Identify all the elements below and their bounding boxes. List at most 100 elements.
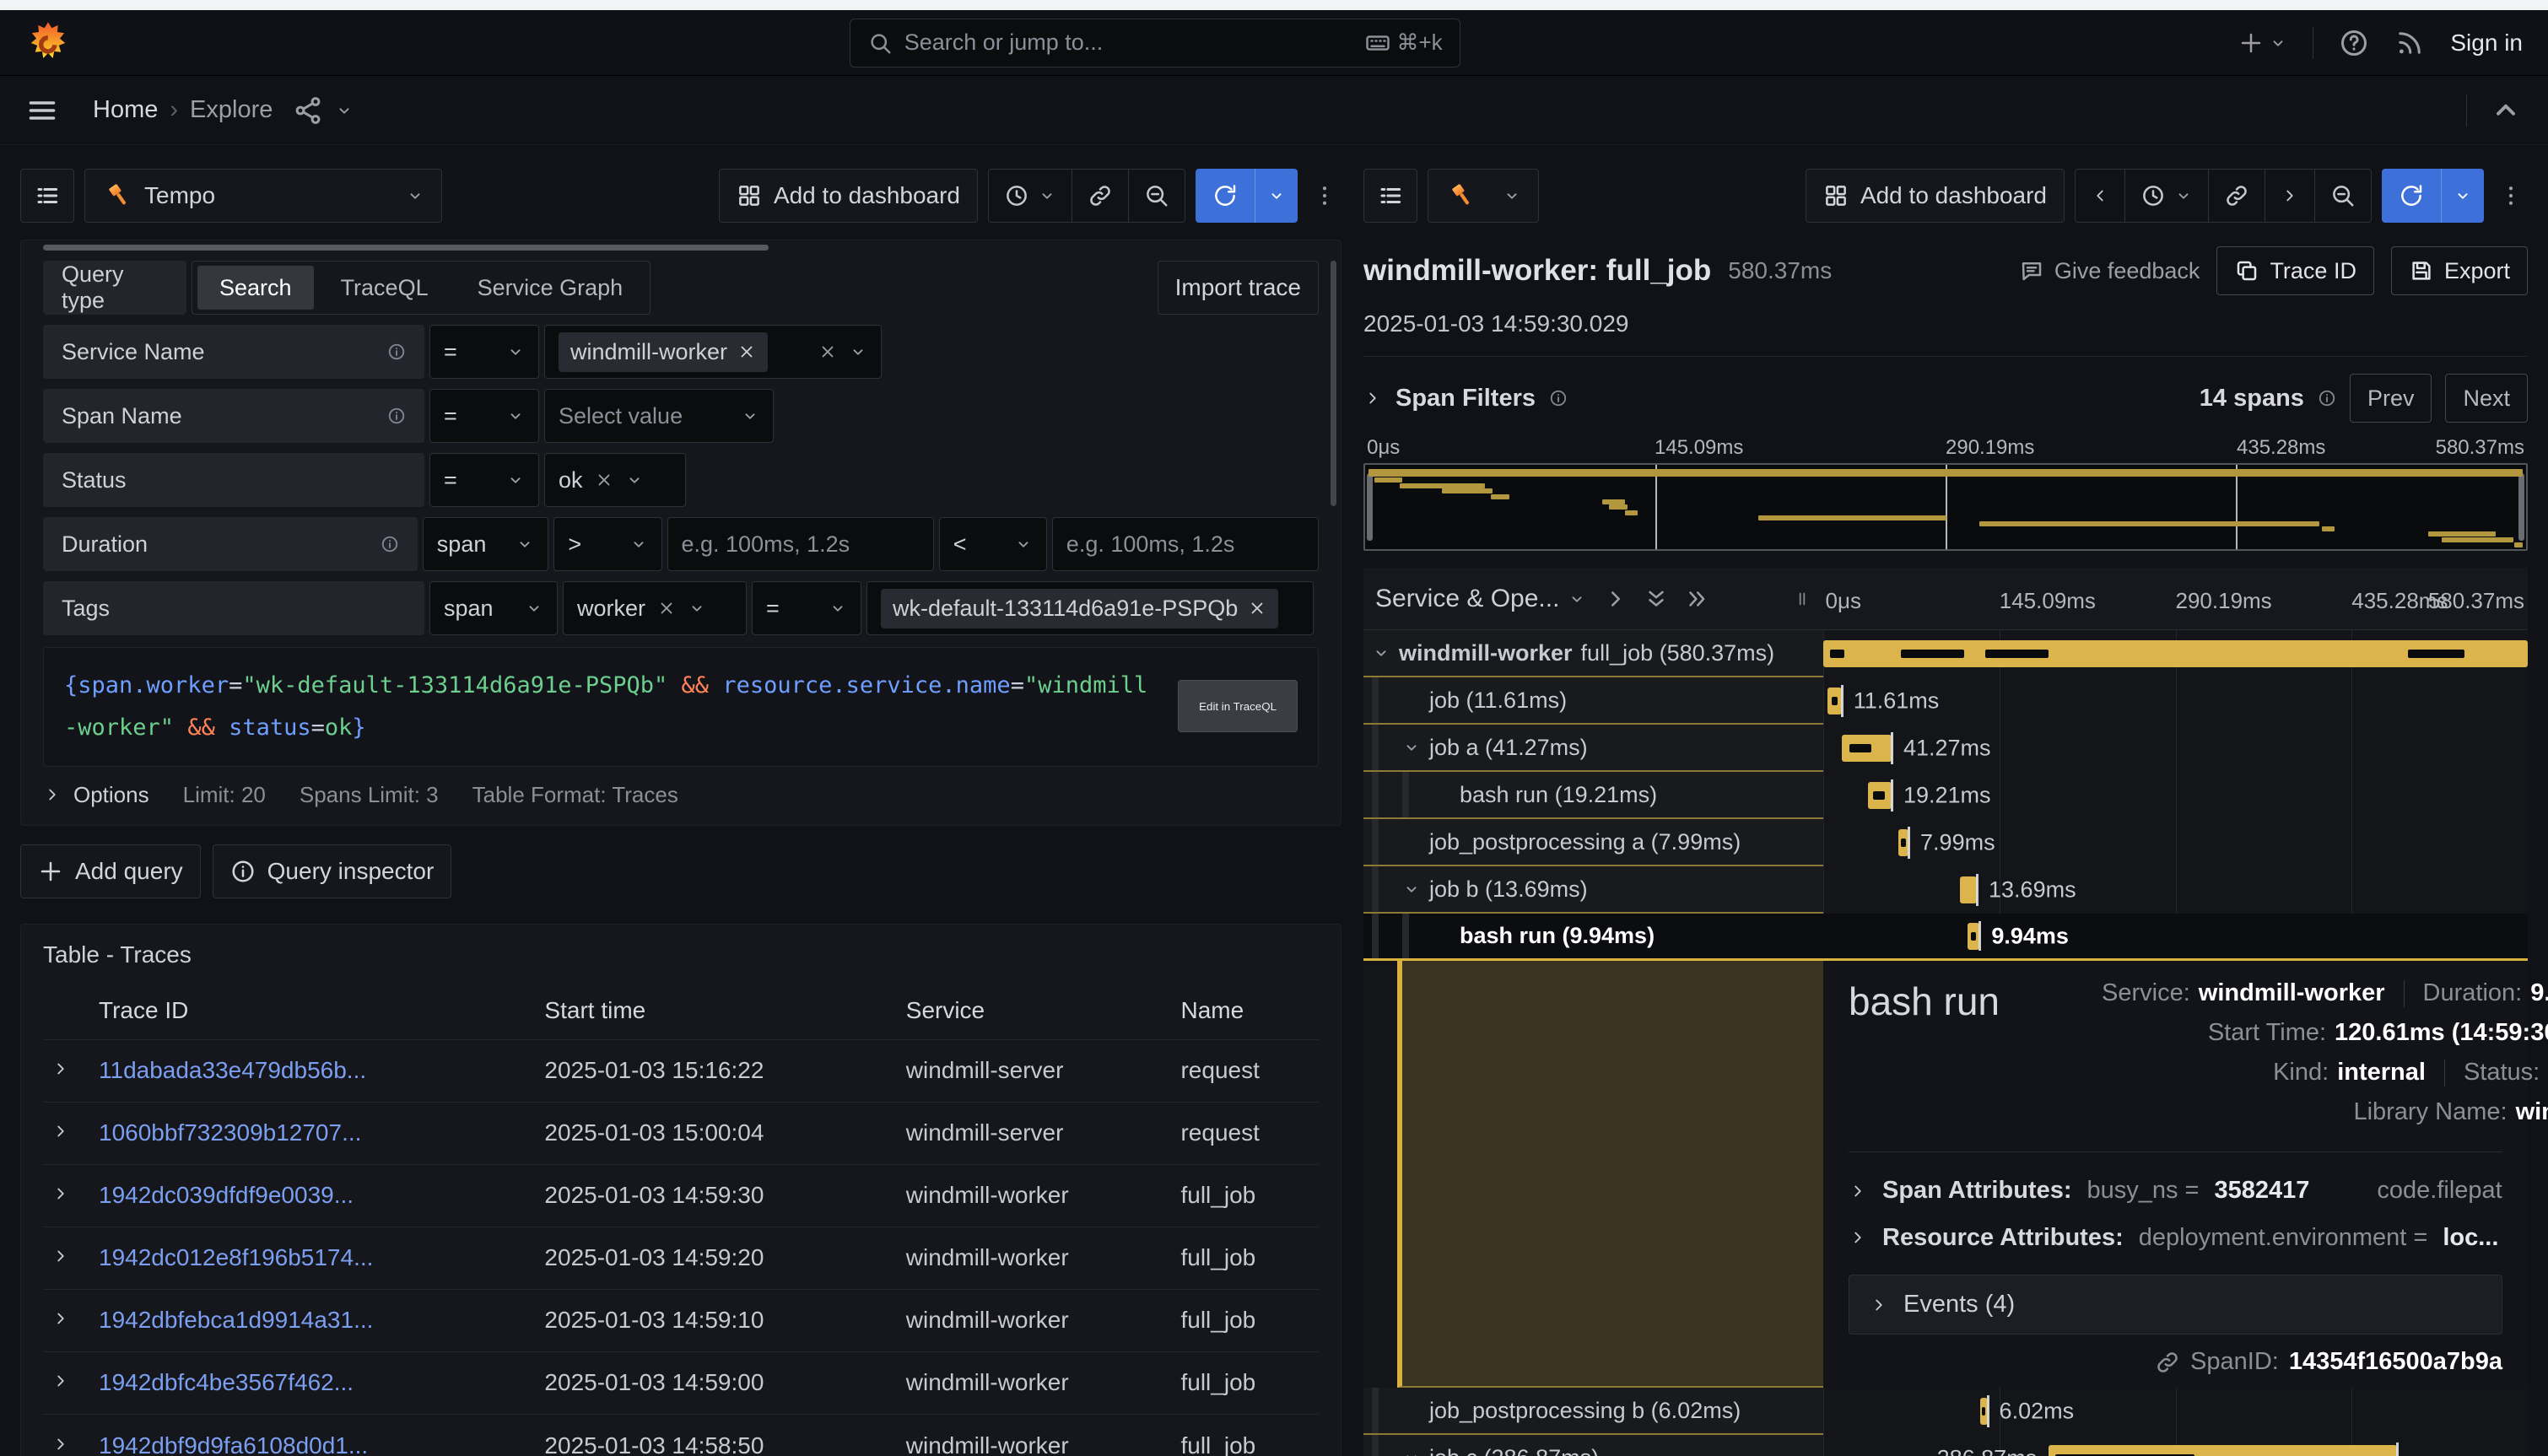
expand-one-icon[interactable] <box>1603 586 1628 612</box>
span-filters-label[interactable]: Span Filters <box>1395 385 1536 413</box>
tab-service-graph[interactable]: Service Graph <box>456 266 645 310</box>
span-row[interactable]: job c (286.87ms)286.87ms <box>1363 1435 2528 1456</box>
export-button[interactable]: Export <box>2391 246 2528 295</box>
span-bar-cell[interactable]: 13.69ms <box>1823 866 2528 914</box>
breadcrumb-explore[interactable]: Explore <box>190 96 273 124</box>
service-value-select[interactable]: windmill-worker <box>544 325 882 379</box>
span-bar[interactable] <box>1968 923 1979 950</box>
new-menu-button[interactable] <box>2238 30 2287 56</box>
clear-icon[interactable] <box>818 342 837 361</box>
trace-id-link[interactable]: 1942dc012e8f196b5174... <box>90 1227 536 1289</box>
trace-id-link[interactable]: 1942dbfc4be3567f462... <box>90 1351 536 1414</box>
table-row[interactable]: 1942dc039dfdf9e0039...2025-01-03 14:59:3… <box>43 1164 1319 1227</box>
status-value-select[interactable]: ok <box>544 453 686 507</box>
import-trace-button[interactable]: Import trace <box>1158 261 1319 315</box>
tags-scope-select[interactable]: span <box>429 581 558 635</box>
collapse-icon[interactable] <box>1402 880 1421 898</box>
options-toggle[interactable]: Options <box>43 782 149 808</box>
table-row[interactable]: 1942dbfebca1d9914a31...2025-01-03 14:59:… <box>43 1289 1319 1351</box>
col-service[interactable]: Service <box>898 980 1173 1040</box>
datasource-picker[interactable]: Tempo <box>84 169 442 223</box>
span-bar[interactable] <box>1823 640 2528 667</box>
duration-min-input[interactable] <box>667 517 934 571</box>
span-row[interactable]: windmill-workerfull_job (580.37ms) <box>1363 630 2528 677</box>
tags-value-chip[interactable]: wk-default-133114d6a91e-PSPQb <box>881 589 1278 628</box>
collapse-all-icon[interactable] <box>1644 586 1669 612</box>
trace-id-link[interactable]: 1060bbf732309b12707... <box>90 1102 536 1164</box>
sync-times-button[interactable] <box>2209 170 2265 222</box>
row-expand-icon[interactable] <box>51 1184 70 1203</box>
duration-gt-select[interactable]: > <box>553 517 661 571</box>
clear-icon[interactable] <box>595 471 613 489</box>
zoom-out-button[interactable] <box>1129 170 1185 222</box>
tab-search[interactable]: Search <box>197 266 314 310</box>
chevron-right-icon[interactable] <box>1363 389 1382 407</box>
close-icon[interactable] <box>1248 599 1266 617</box>
pane-kebab-menu[interactable] <box>2494 183 2528 208</box>
add-to-dashboard-button[interactable]: Add to dashboard <box>719 169 978 223</box>
span-row[interactable]: job a (41.27ms)41.27ms <box>1363 725 2528 772</box>
run-query-button[interactable] <box>1196 169 1298 223</box>
tab-traceql[interactable]: TraceQL <box>319 266 451 310</box>
span-name-cell[interactable]: job (11.61ms) <box>1363 677 1823 725</box>
row-expand-icon[interactable] <box>51 1122 70 1141</box>
span-bar-cell[interactable]: 41.27ms <box>1823 725 2528 772</box>
tags-value-select[interactable]: wk-default-133114d6a91e-PSPQb <box>866 581 1314 635</box>
row-expand-icon[interactable] <box>51 1435 70 1453</box>
span-name-cell[interactable]: job a (41.27ms) <box>1363 725 1823 772</box>
close-icon[interactable] <box>737 342 756 361</box>
tags-op-select[interactable]: = <box>752 581 861 635</box>
minimap-left-handle[interactable] <box>1367 473 1373 541</box>
service-operation-column-header[interactable]: Service & Ope... <box>1375 585 1586 613</box>
span-bar-cell[interactable]: 6.02ms <box>1823 1388 2528 1435</box>
span-bar-cell[interactable] <box>1823 630 2528 677</box>
breadcrumb-home[interactable]: Home <box>93 96 158 124</box>
next-span-button[interactable]: Next <box>2445 374 2528 423</box>
row-expand-icon[interactable] <box>51 1372 70 1390</box>
table-row[interactable]: 1060bbf732309b12707...2025-01-03 15:00:0… <box>43 1102 1319 1164</box>
span-attributes-row[interactable]: Span Attributes:busy_ns = 3582417code.fi… <box>1849 1178 2502 1205</box>
span-name-cell[interactable]: job c (286.87ms) <box>1363 1435 1823 1456</box>
trace-id-link[interactable]: 1942dbf9d9fa6108d0d1... <box>90 1414 536 1456</box>
tags-key-select[interactable]: worker <box>563 581 747 635</box>
row-expand-icon[interactable] <box>51 1060 70 1078</box>
time-picker-button[interactable] <box>989 170 1072 222</box>
span-bar[interactable] <box>1827 688 1842 715</box>
duration-min-field[interactable] <box>682 531 920 558</box>
span-row[interactable]: bash run (9.94ms)9.94ms <box>1363 914 2528 961</box>
minimap-canvas[interactable] <box>1363 463 2528 551</box>
table-row[interactable]: 1942dbfc4be3567f462...2025-01-03 14:59:0… <box>43 1351 1319 1414</box>
vertical-scrollbar[interactable] <box>1331 261 1336 506</box>
datasource-picker-mini[interactable] <box>1428 169 1539 223</box>
col-start-time[interactable]: Start time <box>536 980 897 1040</box>
service-chip[interactable]: windmill-worker <box>559 332 768 372</box>
horizontal-scrollbar[interactable] <box>43 245 769 251</box>
query-outline-button[interactable] <box>20 169 74 223</box>
give-feedback-link[interactable]: Give feedback <box>2019 258 2200 284</box>
span-bar-cell[interactable]: 7.99ms <box>1823 819 2528 866</box>
pane-kebab-menu[interactable] <box>1308 183 1341 208</box>
row-expand-icon[interactable] <box>51 1309 70 1328</box>
col-name[interactable]: Name <box>1172 980 1319 1040</box>
status-op-select[interactable]: = <box>429 453 539 507</box>
sync-times-button[interactable] <box>1072 170 1129 222</box>
span-row[interactable]: job_postprocessing a (7.99ms)7.99ms <box>1363 819 2528 866</box>
expand-all-icon[interactable] <box>1684 586 1709 612</box>
row-expand-icon[interactable] <box>51 1247 70 1265</box>
table-row[interactable]: 1942dc012e8f196b5174...2025-01-03 14:59:… <box>43 1227 1319 1289</box>
span-bar[interactable] <box>2049 1445 2396 1456</box>
span-name-cell[interactable]: job b (13.69ms) <box>1363 866 1823 914</box>
duration-lt-select[interactable]: < <box>939 517 1047 571</box>
span-name-cell[interactable]: job_postprocessing b (6.02ms) <box>1363 1388 1823 1435</box>
trace-id-link[interactable]: 11dabada33e479db56b... <box>90 1039 536 1102</box>
span-bar-cell[interactable]: 19.21ms <box>1823 772 2528 819</box>
col-trace-id[interactable]: Trace ID <box>90 980 536 1040</box>
query-inspector-button[interactable]: Query inspector <box>213 844 452 898</box>
span-bar-cell[interactable]: 11.61ms <box>1823 677 2528 725</box>
collapse-icon[interactable] <box>1402 1448 1421 1456</box>
trace-id-link[interactable]: 1942dc039dfdf9e0039... <box>90 1164 536 1227</box>
help-icon[interactable] <box>2339 28 2369 58</box>
span-value-select[interactable]: Select value <box>544 389 774 443</box>
trace-id-link[interactable]: 1942dbfebca1d9914a31... <box>90 1289 536 1351</box>
duration-max-input[interactable] <box>1052 517 1319 571</box>
